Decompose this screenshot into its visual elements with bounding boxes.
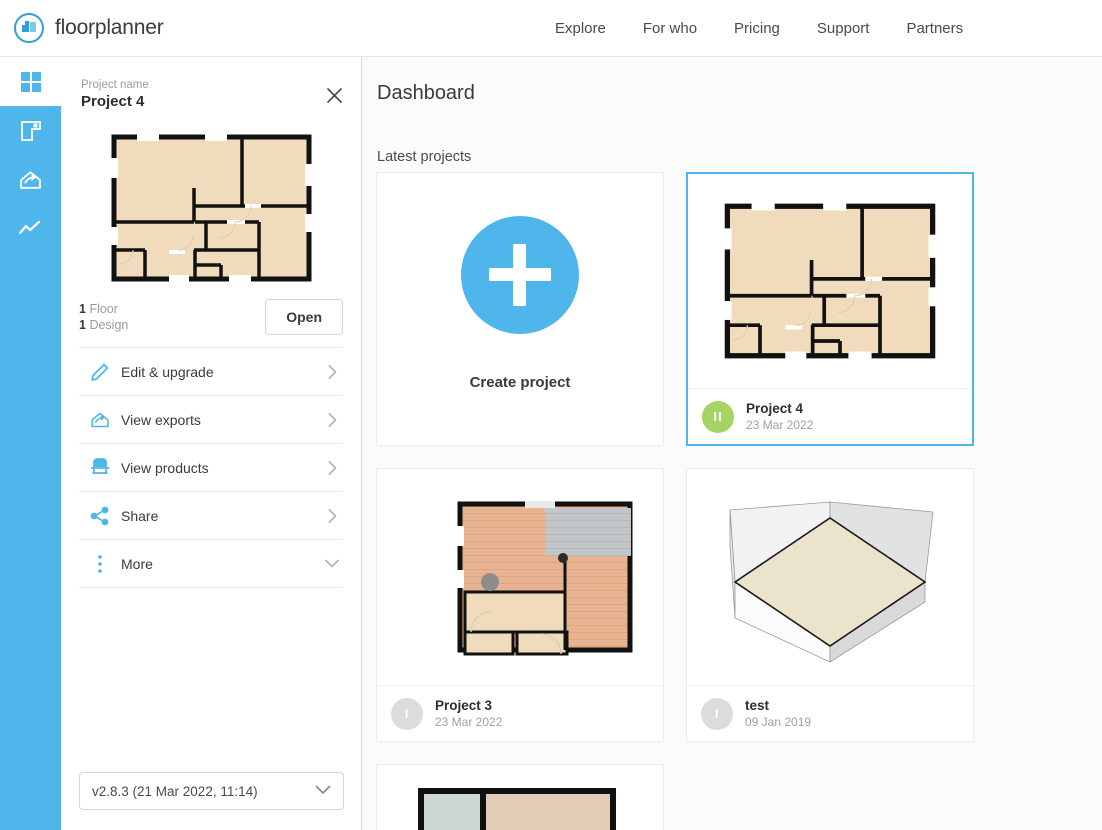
project-card-footer: I Project 3 23 Mar 2022 <box>377 685 663 741</box>
create-project-label: Create project <box>469 373 571 391</box>
create-project-card[interactable]: Create project <box>376 172 664 446</box>
chevron-down-icon <box>315 782 331 800</box>
chart-line-icon <box>18 219 44 239</box>
plus-icon <box>461 215 579 334</box>
project-card-footer: I test 09 Jan 2019 <box>687 685 973 741</box>
rail-item-exports[interactable] <box>0 155 61 204</box>
close-icon[interactable] <box>321 82 347 108</box>
project-menu: Edit & upgrade View exports View product… <box>79 348 343 588</box>
project-name-label: Project name <box>81 79 149 91</box>
chevron-right-icon <box>321 412 343 427</box>
design-label: Design <box>89 317 129 332</box>
project-card-name: Project 3 <box>435 698 493 713</box>
project-thumbnail <box>688 174 972 388</box>
brand-name: floorplanner <box>55 16 164 39</box>
version-value: v2.8.3 (21 Mar 2022, 11:14) <box>92 783 258 799</box>
project-card-meta: Project 3 23 Mar 2022 <box>435 697 502 730</box>
rail-item-analytics[interactable] <box>0 204 61 253</box>
project-card[interactable]: I test 09 Jan 2019 <box>686 468 974 742</box>
menu-item-label: Share <box>121 507 159 524</box>
project-thumbnail[interactable] <box>61 128 361 288</box>
pencil-icon <box>79 362 121 382</box>
project-card-footer: II Project 4 23 Mar 2022 <box>688 388 972 444</box>
chevron-right-icon <box>321 460 343 475</box>
menu-item-label: View products <box>121 459 209 476</box>
avatar: II <box>702 400 734 433</box>
menu-item-label: Edit & upgrade <box>121 363 214 380</box>
floorplan-render-preview <box>457 501 633 656</box>
app-root: floorplanner Explore For who Pricing Sup… <box>0 0 1102 830</box>
project-thumbnail <box>377 469 663 685</box>
project-thumbnail <box>377 765 663 830</box>
project-card[interactable]: I Project 3 23 Mar 2022 <box>376 468 664 742</box>
avatar: I <box>701 697 733 730</box>
project-name-value: Project 4 <box>81 93 145 110</box>
page-title: Dashboard <box>377 82 475 104</box>
floorplan-l-preview <box>417 788 616 830</box>
chevron-right-icon <box>321 364 343 379</box>
menu-item-label: View exports <box>121 411 201 428</box>
dots-vertical-icon <box>79 554 121 574</box>
project-card-meta: test 09 Jan 2019 <box>745 697 811 730</box>
project-card-date: 23 Mar 2022 <box>435 715 503 729</box>
box-3d-preview <box>729 501 934 663</box>
section-title-latest-projects: Latest projects <box>377 149 472 165</box>
export-icon <box>79 409 121 430</box>
menu-item-view-products[interactable]: View products <box>79 444 343 492</box>
chevron-down-icon <box>321 559 343 568</box>
menu-item-label: More <box>121 555 153 572</box>
project-card-meta: Project 4 23 Mar 2022 <box>746 400 813 433</box>
project-panel-header: Project name Project 4 <box>61 57 361 112</box>
project-card[interactable]: II Project 4 23 Mar 2022 <box>686 172 974 446</box>
nav-item-pricing[interactable]: Pricing <box>734 20 780 37</box>
floor-count-row: 1 Floor <box>79 301 128 317</box>
chair-icon <box>79 457 121 478</box>
main-content: Dashboard Latest projects Create project <box>362 57 1102 830</box>
project-card-name: test <box>745 698 770 713</box>
version-select[interactable]: v2.8.3 (21 Mar 2022, 11:14) <box>79 772 344 810</box>
projects-grid: Create project II Project 4 23 Mar 2022 … <box>376 172 1102 830</box>
floorplan-icon <box>19 119 43 143</box>
open-project-button[interactable]: Open <box>265 298 343 335</box>
design-count: 1 <box>79 317 86 332</box>
rail-item-projects[interactable] <box>0 106 61 155</box>
menu-item-more[interactable]: More <box>79 540 343 588</box>
floor-label: Floor <box>89 301 118 316</box>
grid-icon <box>19 70 43 94</box>
floorplan-2d-preview <box>724 203 936 359</box>
nav-item-partners[interactable]: Partners <box>906 20 963 37</box>
floor-count: 1 <box>79 301 86 316</box>
project-card-date: 09 Jan 2019 <box>745 715 812 729</box>
project-card-date: 23 Mar 2022 <box>746 418 814 432</box>
design-count-row: 1 Design <box>79 317 128 333</box>
nav-item-support[interactable]: Support <box>817 20 870 37</box>
project-card[interactable]: I My first project 04 Jul 2008 <box>376 764 664 830</box>
nav-item-explore[interactable]: Explore <box>555 20 606 37</box>
top-bar: floorplanner Explore For who Pricing Sup… <box>0 0 1102 57</box>
floorplanner-logo-icon <box>14 13 44 43</box>
chevron-right-icon <box>321 508 343 523</box>
floorplan-2d-preview <box>110 134 312 282</box>
icon-rail <box>0 57 61 830</box>
menu-item-share[interactable]: Share <box>79 492 343 540</box>
project-card-name: Project 4 <box>746 401 804 416</box>
brand[interactable]: floorplanner <box>14 13 164 43</box>
nav-item-for-who[interactable]: For who <box>643 20 697 37</box>
menu-item-edit-upgrade[interactable]: Edit & upgrade <box>79 348 343 396</box>
rail-item-dashboard[interactable] <box>0 57 61 106</box>
avatar: I <box>391 697 423 730</box>
project-panel: Project name Project 4 1 Floor 1 Design … <box>61 57 362 830</box>
project-thumbnail <box>687 469 973 685</box>
share-nodes-icon <box>79 506 121 526</box>
export-icon <box>18 167 43 192</box>
menu-item-view-exports[interactable]: View exports <box>79 396 343 444</box>
top-navigation: Explore For who Pricing Support Partners <box>555 0 963 57</box>
project-stats: 1 Floor 1 Design Open <box>79 298 343 348</box>
project-stats-lines: 1 Floor 1 Design <box>79 301 128 333</box>
